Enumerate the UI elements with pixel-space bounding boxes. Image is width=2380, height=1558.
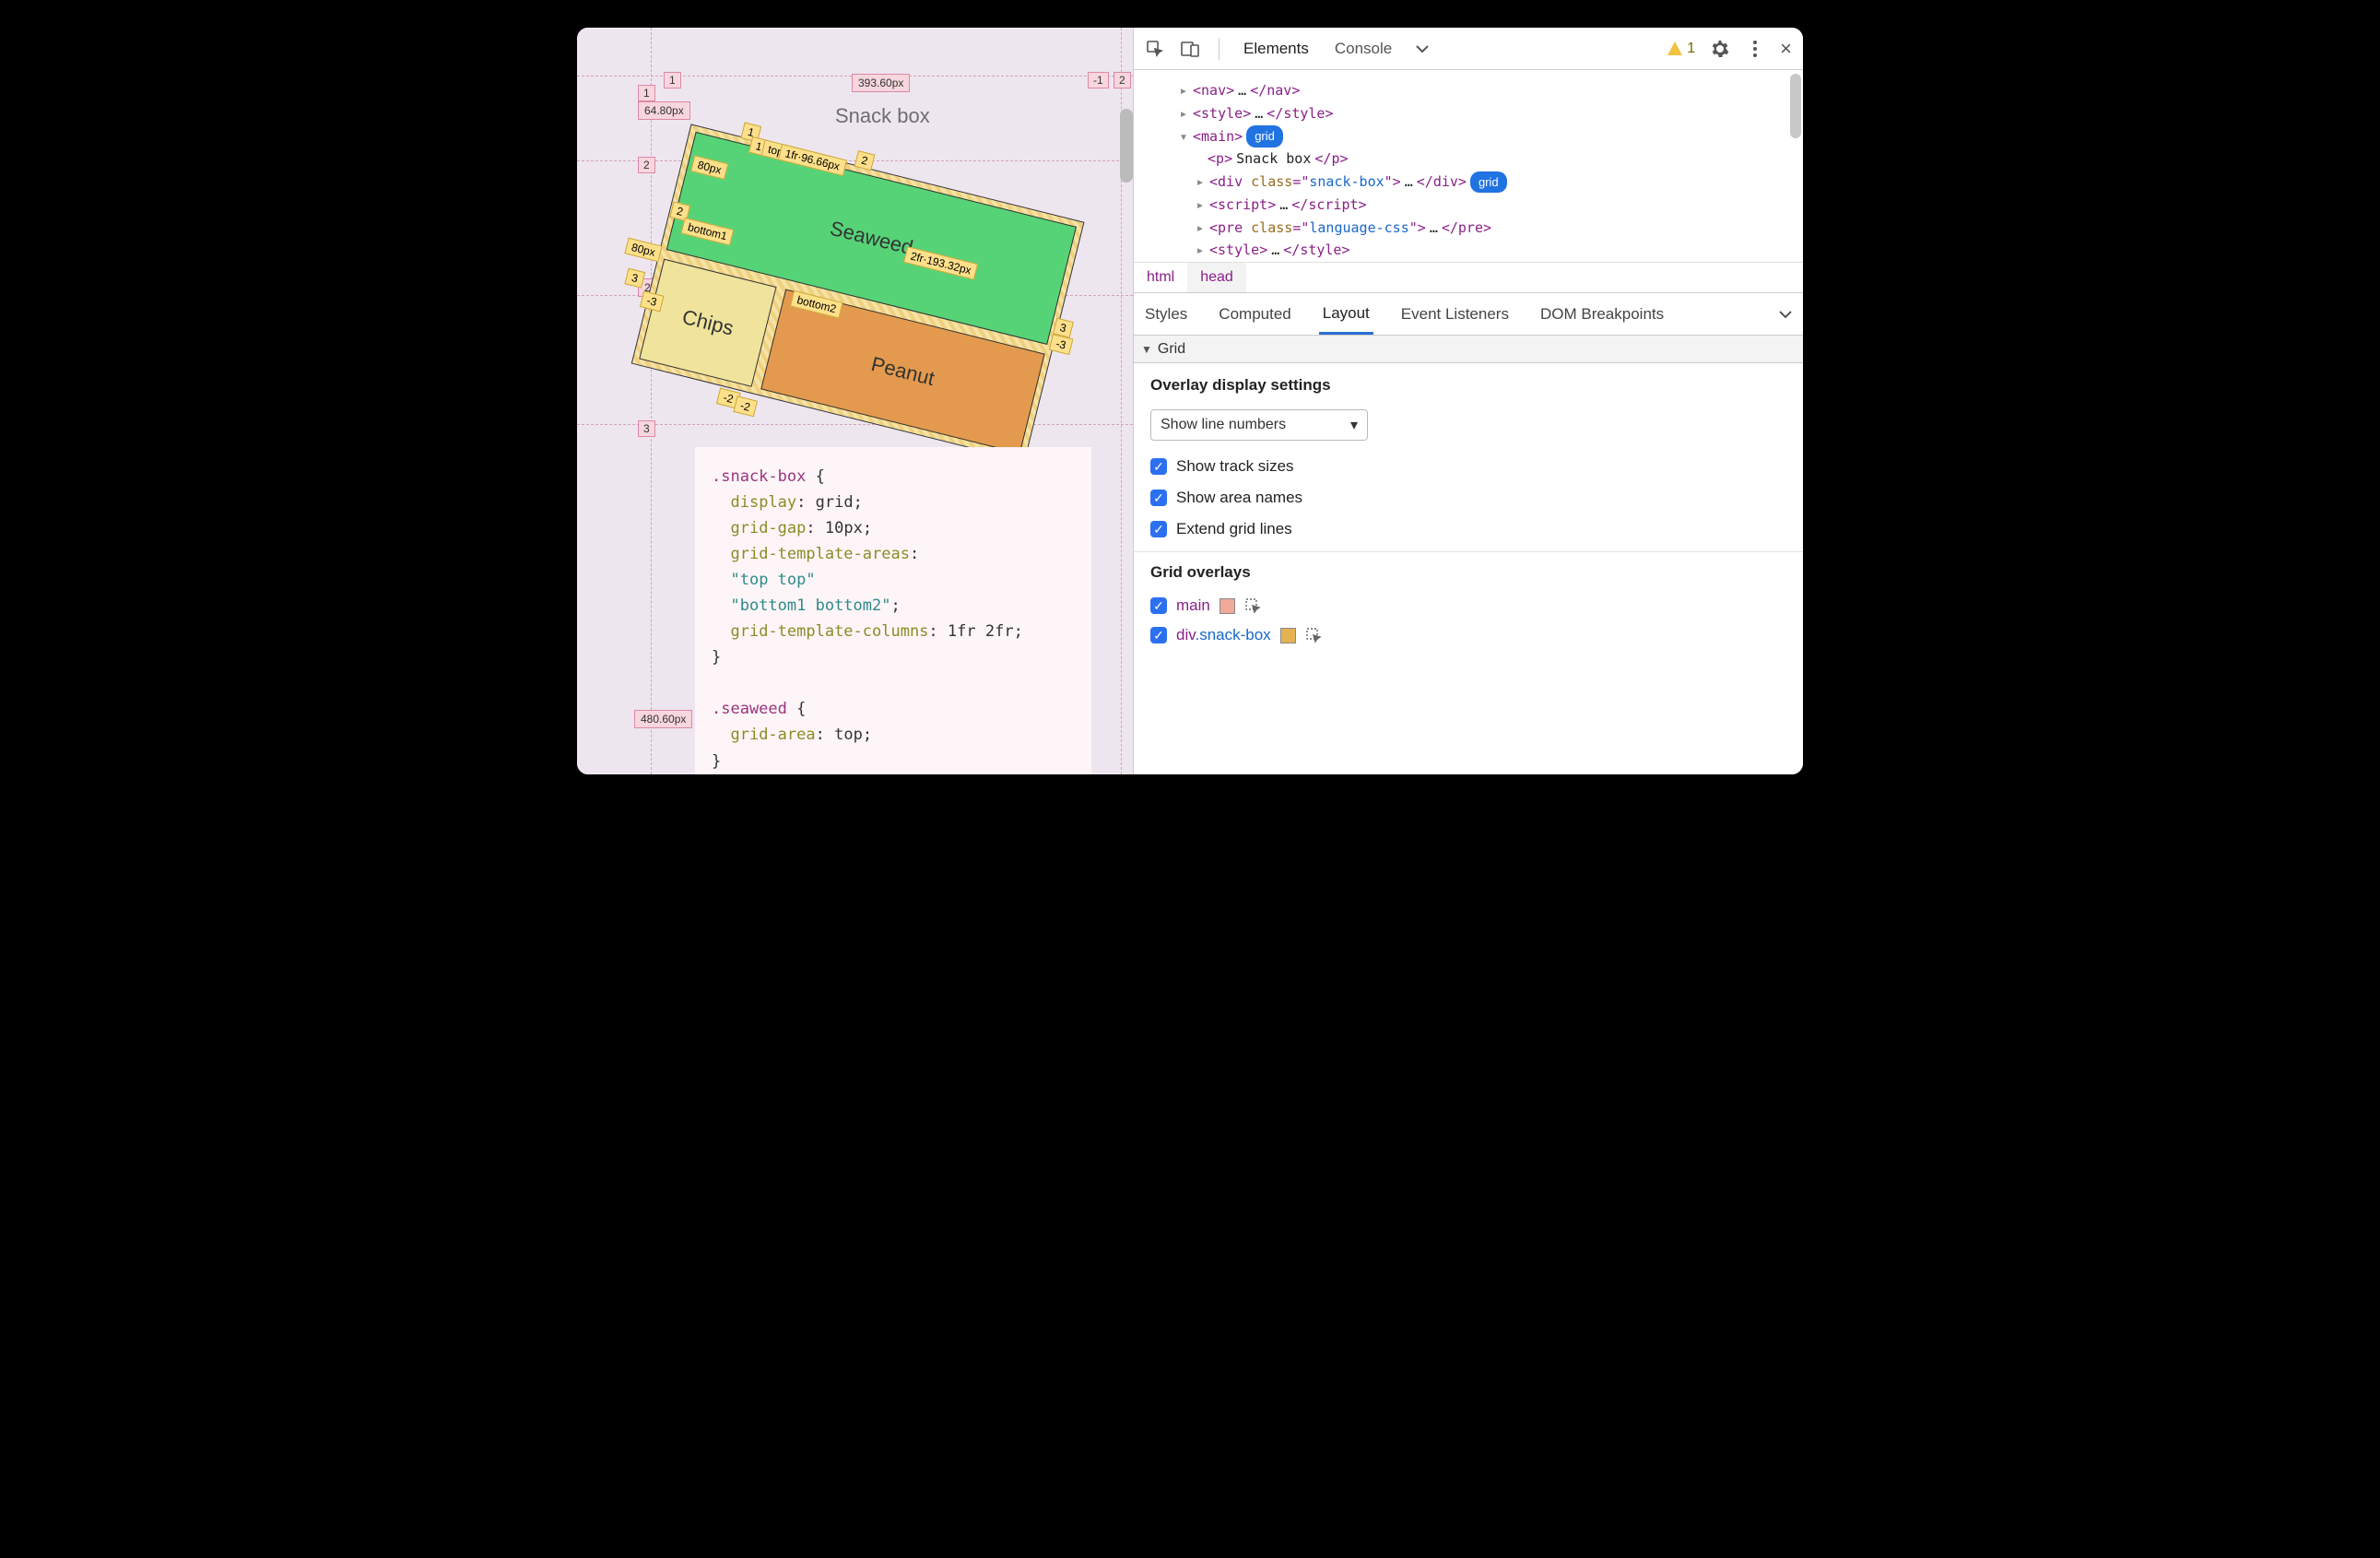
- warning-badge[interactable]: 1: [1667, 41, 1695, 57]
- line-num-1: 1: [664, 72, 681, 89]
- subtab-dom[interactable]: DOM Breakpoints: [1537, 296, 1667, 333]
- close-icon[interactable]: ×: [1780, 37, 1792, 61]
- section-grid-header[interactable]: ▼ Grid: [1134, 336, 1803, 363]
- more-subtabs-icon[interactable]: [1775, 304, 1796, 325]
- chk-area-names[interactable]: ✓: [1150, 490, 1167, 506]
- grid-overlays-title: Grid overlays: [1150, 563, 1786, 582]
- cell-chips: Chips: [639, 259, 776, 387]
- subtab-styles[interactable]: Styles: [1141, 296, 1191, 333]
- row-num-3: 3: [638, 420, 655, 437]
- row-num-2: 2: [638, 157, 655, 173]
- kebab-icon[interactable]: [1745, 39, 1765, 59]
- row-num-1: 1: [638, 85, 655, 101]
- device-toggle-icon[interactable]: [1180, 39, 1200, 59]
- row-size-bottom: 480.60px: [634, 710, 692, 728]
- inspect-icon[interactable]: [1145, 39, 1165, 59]
- tab-console[interactable]: Console: [1329, 36, 1397, 62]
- viewport-scrollbar[interactable]: [1120, 109, 1133, 183]
- chk-track-sizes[interactable]: ✓: [1150, 458, 1167, 475]
- layout-panel: Overlay display settings Show line numbe…: [1134, 363, 1803, 668]
- grid-overlay: 1 1 top 1fr·96.66px 2 2fr·193.32px 80px …: [631, 124, 1085, 461]
- main-toolbar: Elements Console 1 ×: [1134, 28, 1803, 70]
- gear-icon[interactable]: [1710, 39, 1730, 59]
- track-size-top: 393.60px: [852, 74, 910, 92]
- overlay-snackbox-label: div.snack-box: [1176, 626, 1271, 644]
- dom-tree[interactable]: ▸<nav>…</nav> ▸<style>…</style> ▾<main> …: [1134, 70, 1803, 262]
- row-size-1: 64.80px: [638, 101, 690, 120]
- section-grid-label: Grid: [1158, 341, 1185, 358]
- devtools-window: 1 -1 2 393.60px 1 64.80px 2 222px 3 480.…: [577, 28, 1803, 774]
- devtools-panel: Elements Console 1 × ▸<nav>…</nav> ▸<sty…: [1134, 28, 1803, 774]
- line-numbers-select[interactable]: Show line numbers ▾: [1150, 409, 1368, 441]
- subtab-listeners[interactable]: Event Listeners: [1397, 296, 1513, 333]
- tab-elements[interactable]: Elements: [1238, 36, 1314, 62]
- line-num-neg1: -1: [1088, 72, 1109, 89]
- highlight-icon[interactable]: [1244, 597, 1261, 614]
- overlay-main-label: main: [1176, 596, 1210, 615]
- col-size-2: 80px: [624, 238, 662, 263]
- chk-extend-lines[interactable]: ✓: [1150, 521, 1167, 537]
- crumb-html[interactable]: html: [1134, 263, 1187, 292]
- code-block: .snack-box { display: grid; grid-gap: 10…: [695, 447, 1091, 774]
- chk-overlay-snackbox[interactable]: ✓: [1150, 627, 1167, 643]
- dom-scrollbar[interactable]: [1790, 74, 1801, 138]
- chevron-down-icon: ▾: [1350, 416, 1358, 434]
- overlay-settings-title: Overlay display settings: [1150, 376, 1786, 395]
- more-tabs-icon[interactable]: [1412, 39, 1432, 59]
- chk-area-names-label: Show area names: [1176, 489, 1302, 507]
- subtab-layout[interactable]: Layout: [1319, 295, 1373, 335]
- swatch-snackbox[interactable]: [1280, 628, 1296, 643]
- chevron-down-icon: ▼: [1141, 343, 1152, 356]
- chk-track-sizes-label: Show track sizes: [1176, 457, 1294, 476]
- chk-extend-lines-label: Extend grid lines: [1176, 520, 1292, 538]
- chk-overlay-main[interactable]: ✓: [1150, 597, 1167, 614]
- breadcrumb: html head: [1134, 262, 1803, 293]
- page-title: Snack box: [835, 104, 930, 128]
- crumb-head[interactable]: head: [1187, 263, 1246, 292]
- highlight-icon[interactable]: [1305, 627, 1322, 643]
- styles-subtabs: Styles Computed Layout Event Listeners D…: [1134, 293, 1803, 336]
- page-viewport[interactable]: 1 -1 2 393.60px 1 64.80px 2 222px 3 480.…: [577, 28, 1134, 774]
- subtab-computed[interactable]: Computed: [1215, 296, 1294, 333]
- g-num-n2b: -2: [733, 395, 757, 417]
- line-num-2: 2: [1113, 72, 1131, 89]
- swatch-main[interactable]: [1219, 598, 1235, 614]
